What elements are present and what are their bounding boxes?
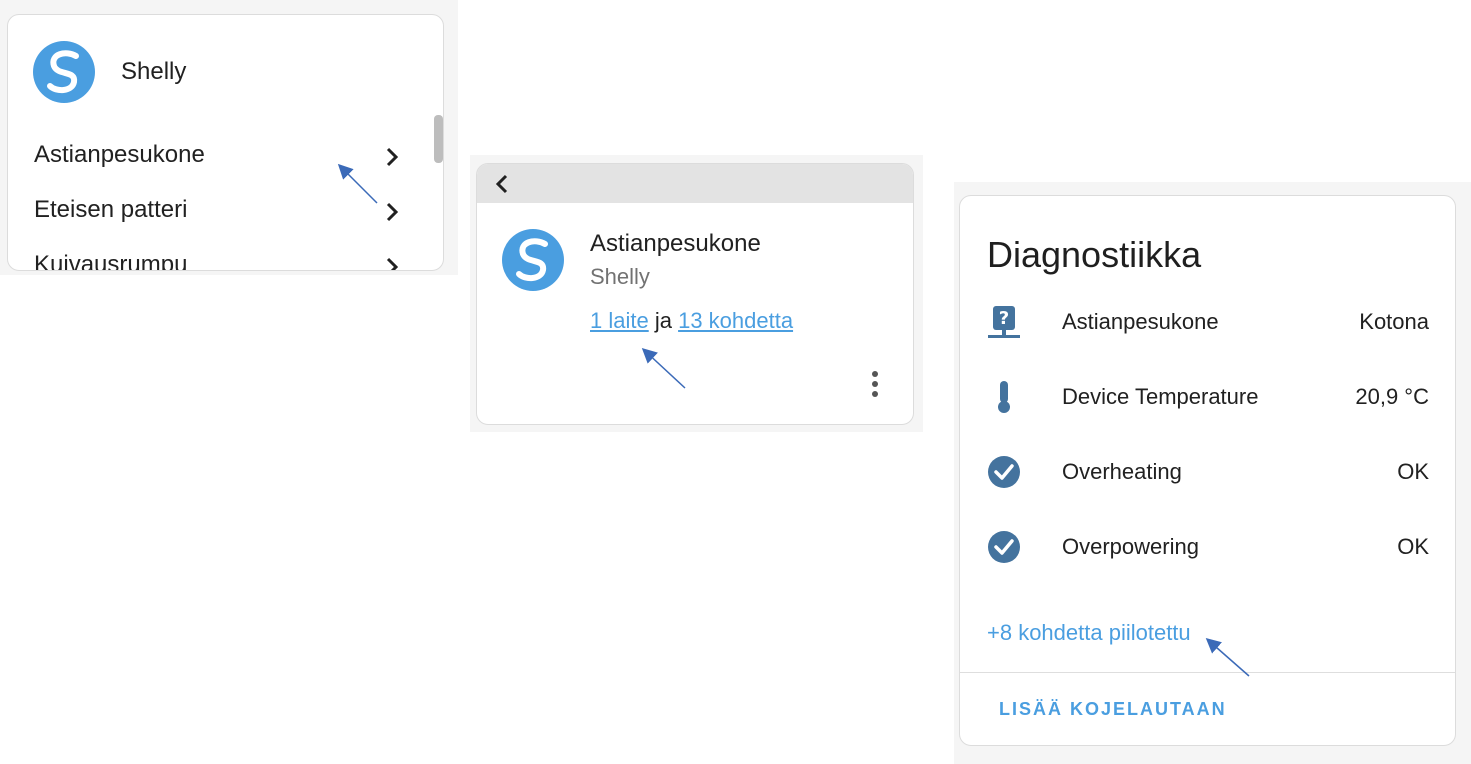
diagnostic-name: Overheating — [1062, 459, 1182, 484]
chevron-right-icon — [386, 202, 399, 222]
svg-text:?: ? — [999, 308, 1009, 329]
shelly-logo-icon — [33, 41, 95, 103]
chevron-right-icon — [386, 257, 399, 270]
device-item-eteisen-patteri[interactable]: Eteisen patteri — [8, 188, 418, 234]
overflow-menu-icon[interactable] — [865, 368, 885, 400]
check-circle-icon — [988, 456, 1020, 488]
diagnostic-row[interactable]: Overpowering OK — [960, 517, 1455, 577]
diagnostic-value: 20,9 °C — [1355, 384, 1429, 409]
scrollbar-thumb[interactable] — [434, 115, 443, 163]
device-count-link[interactable]: 1 laite — [590, 308, 649, 333]
diagnostic-name: Overpowering — [1062, 534, 1199, 559]
network-question-icon: ? — [988, 306, 1020, 338]
diagnostics-heading: Diagnostiikka — [987, 234, 1202, 275]
diagnostic-value: OK — [1397, 534, 1429, 559]
card-divider — [960, 672, 1455, 673]
diagnostic-name: Astianpesukone — [1062, 309, 1219, 334]
entities-count-link[interactable]: 13 kohdetta — [678, 308, 793, 333]
integration-card-shelly: Shelly Astianpesukone Eteisen patteri Ku… — [7, 14, 444, 271]
diagnostics-card: Diagnostiikka ? Astianpesukone Kotona De… — [959, 195, 1456, 746]
device-links: 1 laite ja 13 kohdetta — [590, 308, 793, 334]
back-chevron-icon[interactable] — [491, 172, 513, 196]
diagnostic-value: Kotona — [1359, 309, 1429, 334]
chevron-right-icon — [386, 147, 399, 167]
thermometer-icon — [998, 381, 1010, 413]
device-item-astianpesukone[interactable]: Astianpesukone — [8, 133, 418, 179]
device-subtitle: Shelly — [590, 264, 650, 289]
diagnostic-name: Device Temperature — [1062, 384, 1259, 409]
device-item-label: Eteisen patteri — [34, 196, 188, 223]
device-item-label: Kuivausrumpu — [34, 251, 188, 271]
shelly-logo-icon — [502, 229, 564, 291]
diagnostic-row[interactable]: Overheating OK — [960, 442, 1455, 502]
integration-name: Shelly — [121, 58, 187, 85]
device-item-kuivausrumpu[interactable]: Kuivausrumpu — [8, 243, 418, 271]
device-title: Astianpesukone — [590, 230, 761, 257]
show-hidden-entities-link[interactable]: +8 kohdetta piilotettu — [987, 620, 1191, 646]
device-card: Astianpesukone Shelly 1 laite ja 13 kohd… — [476, 163, 914, 425]
device-item-label: Astianpesukone — [34, 141, 205, 168]
links-joiner: ja — [648, 308, 679, 333]
diagnostic-row[interactable]: Device Temperature 20,9 °C — [960, 367, 1455, 427]
diagnostic-row[interactable]: ? Astianpesukone Kotona — [960, 292, 1455, 352]
add-to-dashboard-button[interactable]: LISÄÄ KOJELAUTAAN — [999, 699, 1227, 720]
diagnostic-value: OK — [1397, 459, 1429, 484]
card-top-bar — [477, 164, 913, 203]
check-circle-icon — [988, 531, 1020, 563]
